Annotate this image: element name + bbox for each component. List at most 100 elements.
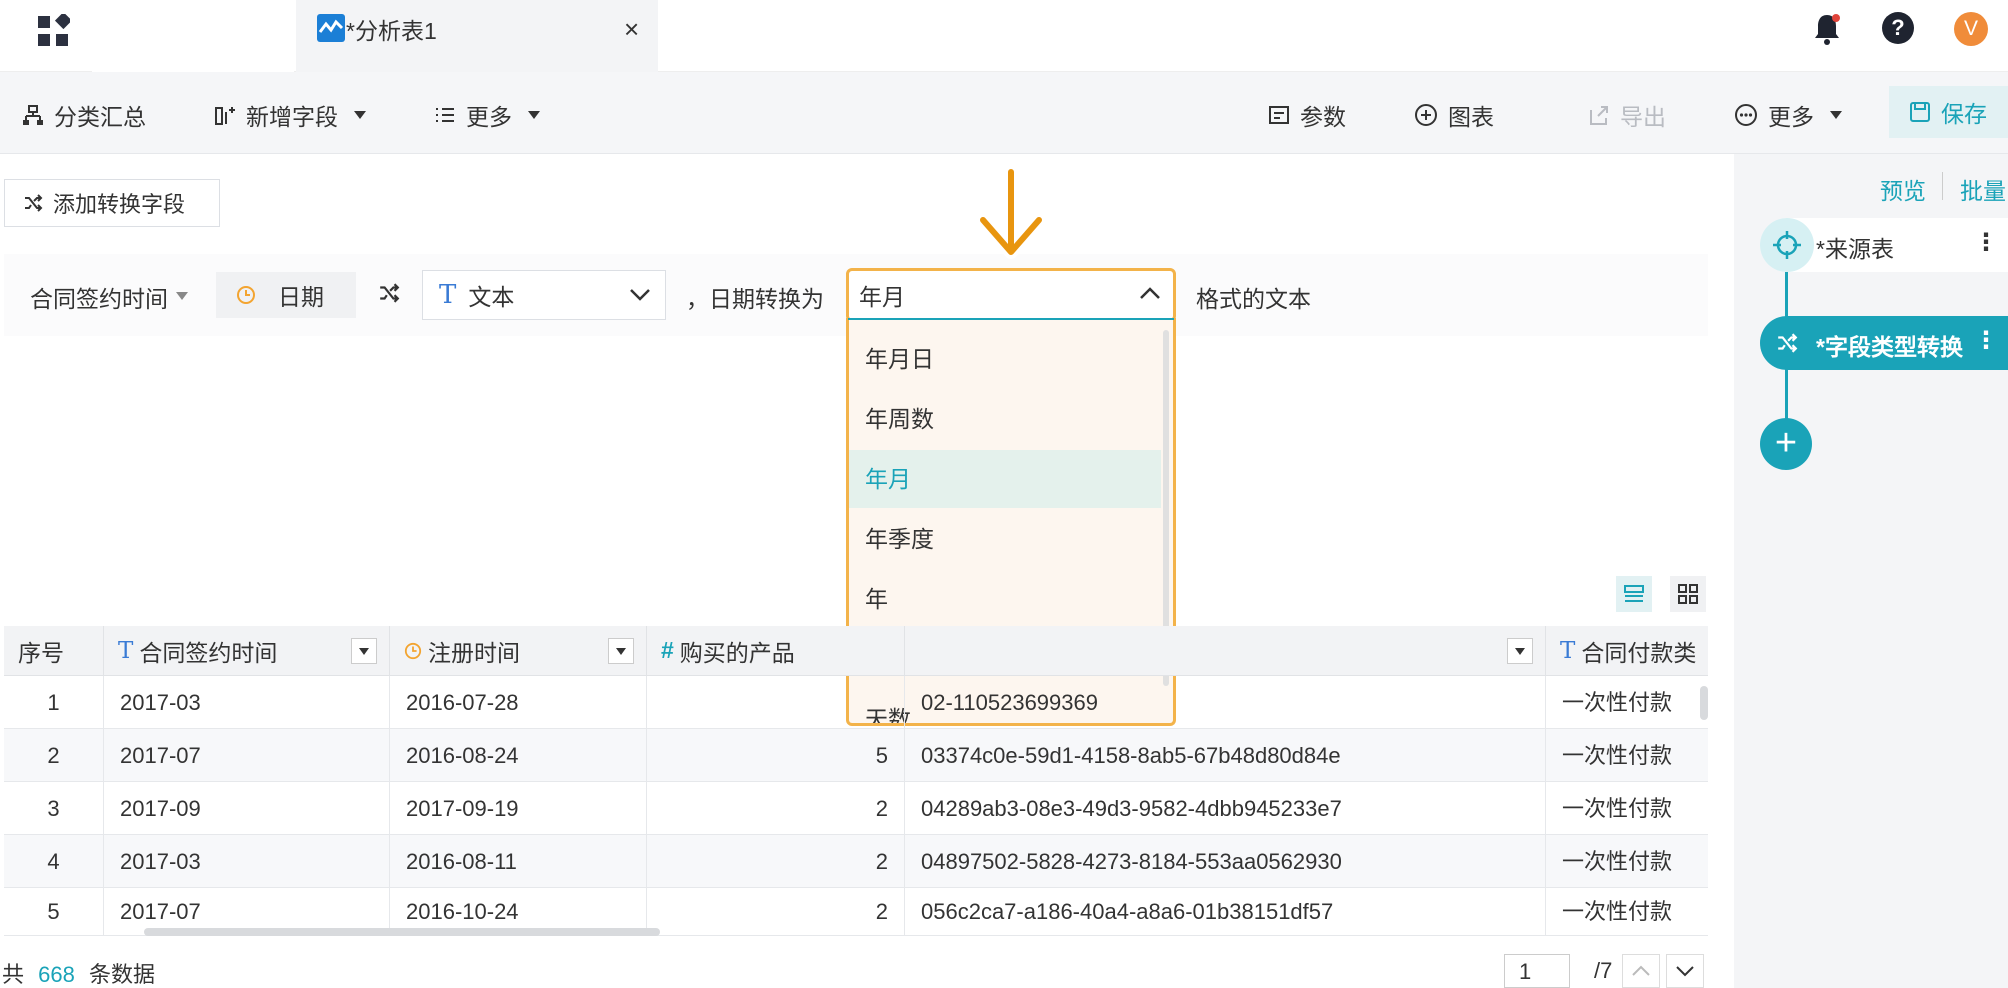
kebab-menu-icon[interactable]: ⋮ bbox=[1974, 228, 1998, 257]
cell-index: 2 bbox=[4, 729, 104, 782]
column-menu-button[interactable] bbox=[351, 638, 377, 664]
cell-register-time: 2016-08-24 bbox=[390, 729, 647, 782]
field-name-select[interactable]: 合同签约时间 bbox=[30, 280, 168, 314]
bell-icon[interactable] bbox=[1812, 12, 1842, 46]
vertical-scrollbar[interactable] bbox=[1700, 686, 1708, 720]
chevron-down-icon bbox=[630, 289, 650, 301]
divider bbox=[1942, 172, 1943, 200]
chart-button[interactable]: 图表 bbox=[1414, 98, 1494, 132]
app-grid-icon[interactable] bbox=[36, 14, 70, 48]
cell-register-time: 2016-07-28 bbox=[390, 676, 647, 729]
convert-label: ，日期转换为 bbox=[686, 286, 824, 312]
table-row[interactable]: 2 2017-07 2016-08-24 5 03374c0e-59d1-415… bbox=[4, 729, 1708, 782]
add-node-button[interactable]: + bbox=[1760, 418, 1812, 470]
target-type-select[interactable]: T 文本 bbox=[422, 270, 666, 320]
page-number-input[interactable]: 1 bbox=[1504, 954, 1570, 988]
export-button[interactable]: 导出 bbox=[1588, 98, 1666, 132]
text-type-icon: T bbox=[439, 280, 457, 310]
group-summary-button[interactable]: 分类汇总 bbox=[22, 98, 146, 132]
prev-page-button[interactable] bbox=[1622, 954, 1660, 988]
text-type-icon: T bbox=[1560, 637, 1576, 664]
table-row[interactable]: 3 2017-09 2017-09-19 2 04289ab3-08e3-49d… bbox=[4, 782, 1708, 835]
cell-payment-type: 一次性付款 bbox=[1562, 690, 1673, 715]
more-left-label: 更多 bbox=[466, 104, 512, 130]
row-view-icon[interactable] bbox=[1616, 576, 1652, 612]
cell-payment-type: 一次性付款 bbox=[1562, 743, 1673, 768]
cell-products: 5 bbox=[647, 729, 905, 782]
analysis-table-icon bbox=[317, 14, 345, 42]
column-menu-button[interactable] bbox=[608, 638, 634, 664]
export-label: 导出 bbox=[1620, 104, 1666, 130]
more-right-label: 更多 bbox=[1768, 104, 1814, 130]
source-type-label: 日期 bbox=[278, 284, 324, 310]
caret-down-icon[interactable] bbox=[176, 292, 188, 300]
cell-register-time: 2017-09-19 bbox=[390, 782, 647, 835]
flow-node-source-label: *来源表 bbox=[1816, 236, 1894, 262]
chevron-down-icon bbox=[1676, 966, 1694, 977]
preview-link[interactable]: 预览 bbox=[1880, 172, 1926, 206]
annotation-arrow-down-icon bbox=[976, 168, 1046, 259]
save-label: 保存 bbox=[1941, 101, 1987, 127]
close-icon[interactable]: × bbox=[624, 14, 639, 45]
add-transform-field-button[interactable]: 添加转换字段 bbox=[4, 179, 220, 227]
target-icon bbox=[1760, 218, 1814, 272]
column-header-register-time[interactable]: 注册时间 bbox=[390, 626, 647, 676]
table-row[interactable]: 4 2017-03 2016-08-11 2 04897502-5828-427… bbox=[4, 835, 1708, 888]
params-button[interactable]: 参数 bbox=[1268, 98, 1346, 132]
cell-id: 02-110523699369 bbox=[905, 676, 1546, 729]
cell-index: 4 bbox=[4, 835, 104, 888]
chevron-up-icon bbox=[1632, 965, 1650, 976]
column-header-label: 注册时间 bbox=[428, 639, 520, 666]
format-option-selected[interactable]: 年月 bbox=[865, 450, 911, 508]
cell-products: 2 bbox=[647, 782, 905, 835]
column-header-contract-time[interactable]: T 合同签约时间 bbox=[104, 626, 390, 676]
kebab-menu-icon[interactable]: ⋮ bbox=[1974, 326, 1998, 355]
format-suffix-label: 格式的文本 bbox=[1196, 286, 1311, 312]
page-total: /7 bbox=[1594, 958, 1613, 983]
table-row[interactable]: 1 2017-03 2016-07-28 02-110523699369 一次性… bbox=[4, 676, 1708, 729]
format-option[interactable]: 年周数 bbox=[865, 390, 934, 448]
save-button[interactable]: 保存 bbox=[1889, 86, 2008, 138]
column-header-label: 合同付款类 bbox=[1581, 639, 1697, 666]
avatar[interactable]: V bbox=[1954, 12, 1988, 46]
date-format-select[interactable]: 年月 bbox=[846, 268, 1176, 322]
cell-id: 056c2ca7-a186-40a4-a8a6-01b38151df57 bbox=[905, 888, 1546, 936]
batch-link[interactable]: 批量 bbox=[1960, 172, 2006, 206]
cell-contract-time: 2017-03 bbox=[104, 676, 390, 729]
hierarchy-icon bbox=[23, 105, 43, 125]
horizontal-scrollbar[interactable] bbox=[144, 928, 660, 936]
format-option[interactable]: 年季度 bbox=[865, 510, 934, 568]
group-summary-label: 分类汇总 bbox=[54, 104, 146, 130]
help-icon[interactable]: ? bbox=[1882, 12, 1914, 44]
column-header-products[interactable]: # 购买的产品 bbox=[647, 626, 905, 676]
list-icon bbox=[436, 108, 454, 122]
cell-id: 04289ab3-08e3-49d3-9582-4dbb945233e7 bbox=[905, 782, 1546, 835]
next-page-button[interactable] bbox=[1666, 954, 1704, 988]
grid-view-icon[interactable] bbox=[1670, 576, 1706, 612]
cell-products: 2 bbox=[647, 888, 905, 936]
row-count-suffix: 条数据 bbox=[88, 962, 155, 987]
row-count: 共 668 条数据 bbox=[2, 957, 155, 988]
more-right-button[interactable]: 更多 bbox=[1734, 98, 1842, 132]
cell-products: 2 bbox=[647, 835, 905, 888]
column-menu-button[interactable] bbox=[1507, 638, 1533, 664]
flow-panel bbox=[1734, 154, 2008, 988]
chevron-down-icon bbox=[528, 111, 540, 119]
chevron-down-icon bbox=[354, 111, 366, 119]
more-left-button[interactable]: 更多 bbox=[434, 98, 540, 132]
column-header-payment-type[interactable]: T 合同付款类 bbox=[1546, 626, 1708, 676]
cell-index: 3 bbox=[4, 782, 104, 835]
column-header-index[interactable]: 序号 bbox=[4, 626, 104, 676]
target-type-value: 文本 bbox=[468, 284, 515, 310]
number-type-icon: # bbox=[661, 637, 674, 663]
cell-id: 03374c0e-59d1-4158-8ab5-67b48d80d84e bbox=[905, 729, 1546, 782]
params-icon bbox=[1269, 106, 1289, 124]
cell-payment-type: 一次性付款 bbox=[1562, 849, 1673, 874]
add-field-button[interactable]: 新增字段 bbox=[214, 98, 366, 132]
params-label: 参数 bbox=[1300, 104, 1346, 130]
row-count-value: 668 bbox=[38, 962, 75, 987]
tab-blank[interactable] bbox=[92, 0, 294, 72]
column-header-id[interactable] bbox=[905, 626, 1546, 676]
format-option[interactable]: 年月日 bbox=[865, 330, 934, 388]
cell-products bbox=[647, 676, 905, 729]
